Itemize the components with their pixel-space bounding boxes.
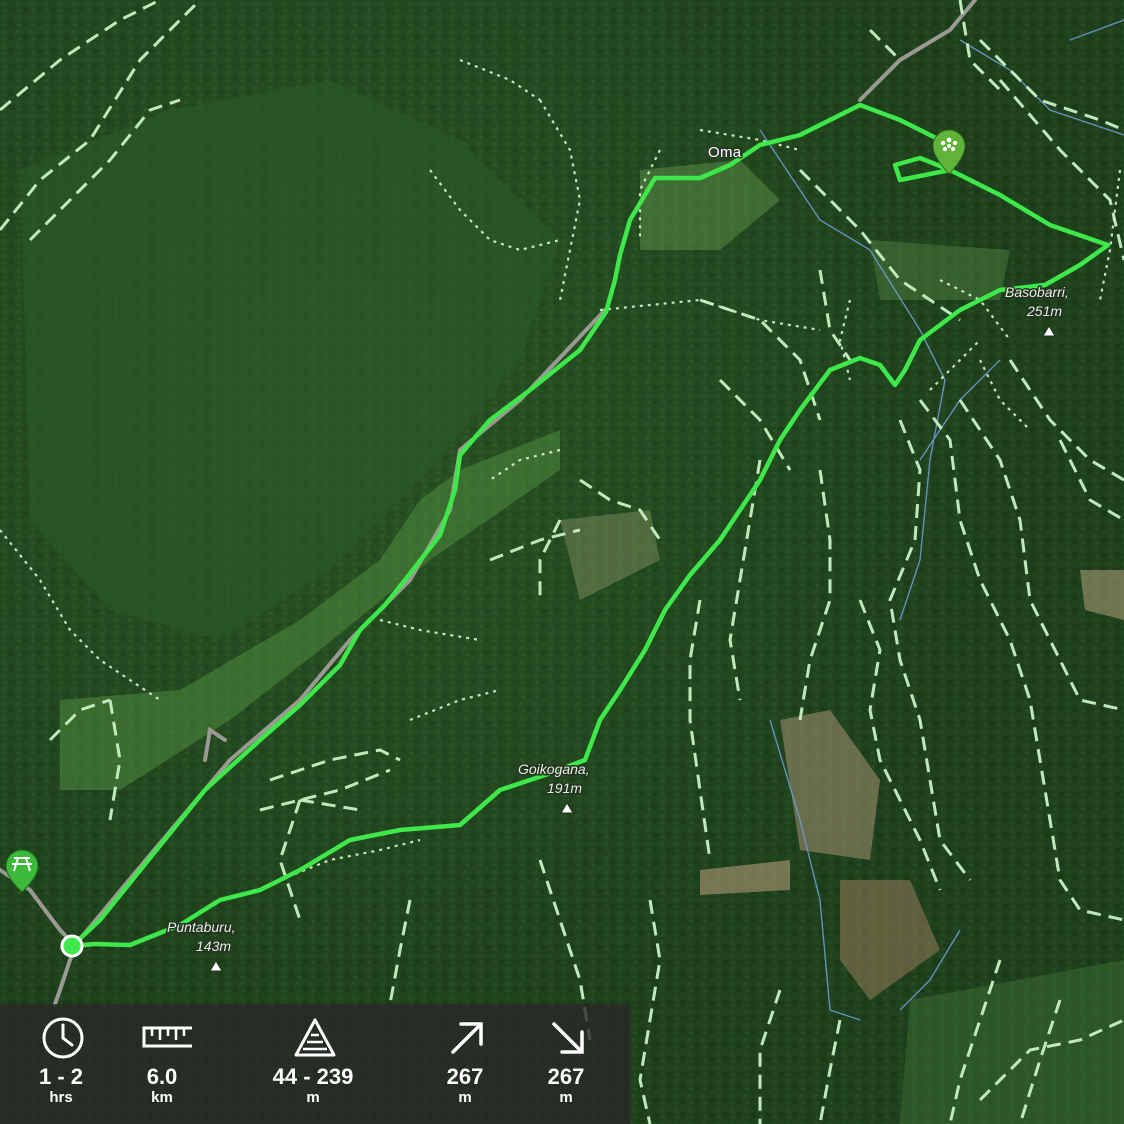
peak-name: Puntaburu, [167,919,236,935]
peak-elevation: 251m [1026,303,1062,319]
stat-descent: 267 m [521,1004,611,1124]
duration-value: 1 - 2 [38,1064,84,1089]
descent-arrow-icon [552,1022,584,1054]
ascent-arrow-icon [451,1022,483,1054]
route-stats-panel: 1 - 2 hrs 6.0 km 44 - 239 m 267 m 267 m [0,1004,630,1124]
elevation-icon [294,1018,336,1057]
stat-ascent: 267 m [420,1004,510,1124]
peak-elevation: 191m [547,780,582,796]
ascent-unit: m [458,1089,472,1106]
distance-value: 6.0 [146,1064,178,1089]
ruler-icon [142,1026,192,1048]
descent-unit: m [559,1089,573,1106]
peak-name: Basobarri, [1005,284,1069,300]
elevation-range-unit: m [306,1089,320,1106]
stat-distance: 6.0 km [117,1004,207,1124]
route-start-point[interactable] [60,934,84,958]
duration-unit: hrs [49,1089,73,1106]
peak-name: Goikogana, [518,761,590,777]
stat-duration: 1 - 2 hrs [16,1004,106,1124]
ascent-value: 267 [446,1064,484,1089]
stat-elevation-range: 44 - 239 m [268,1004,358,1124]
elevation-range-value: 44 - 239 [272,1064,354,1089]
descent-value: 267 [547,1064,585,1089]
map-canvas[interactable]: Oma Basobarri, 251m Goikogana, 191m Punt… [0,0,1124,1124]
peak-elevation: 143m [196,938,231,954]
clock-icon [42,1017,84,1059]
distance-unit: km [151,1089,173,1106]
place-label-oma: Oma [708,144,742,161]
